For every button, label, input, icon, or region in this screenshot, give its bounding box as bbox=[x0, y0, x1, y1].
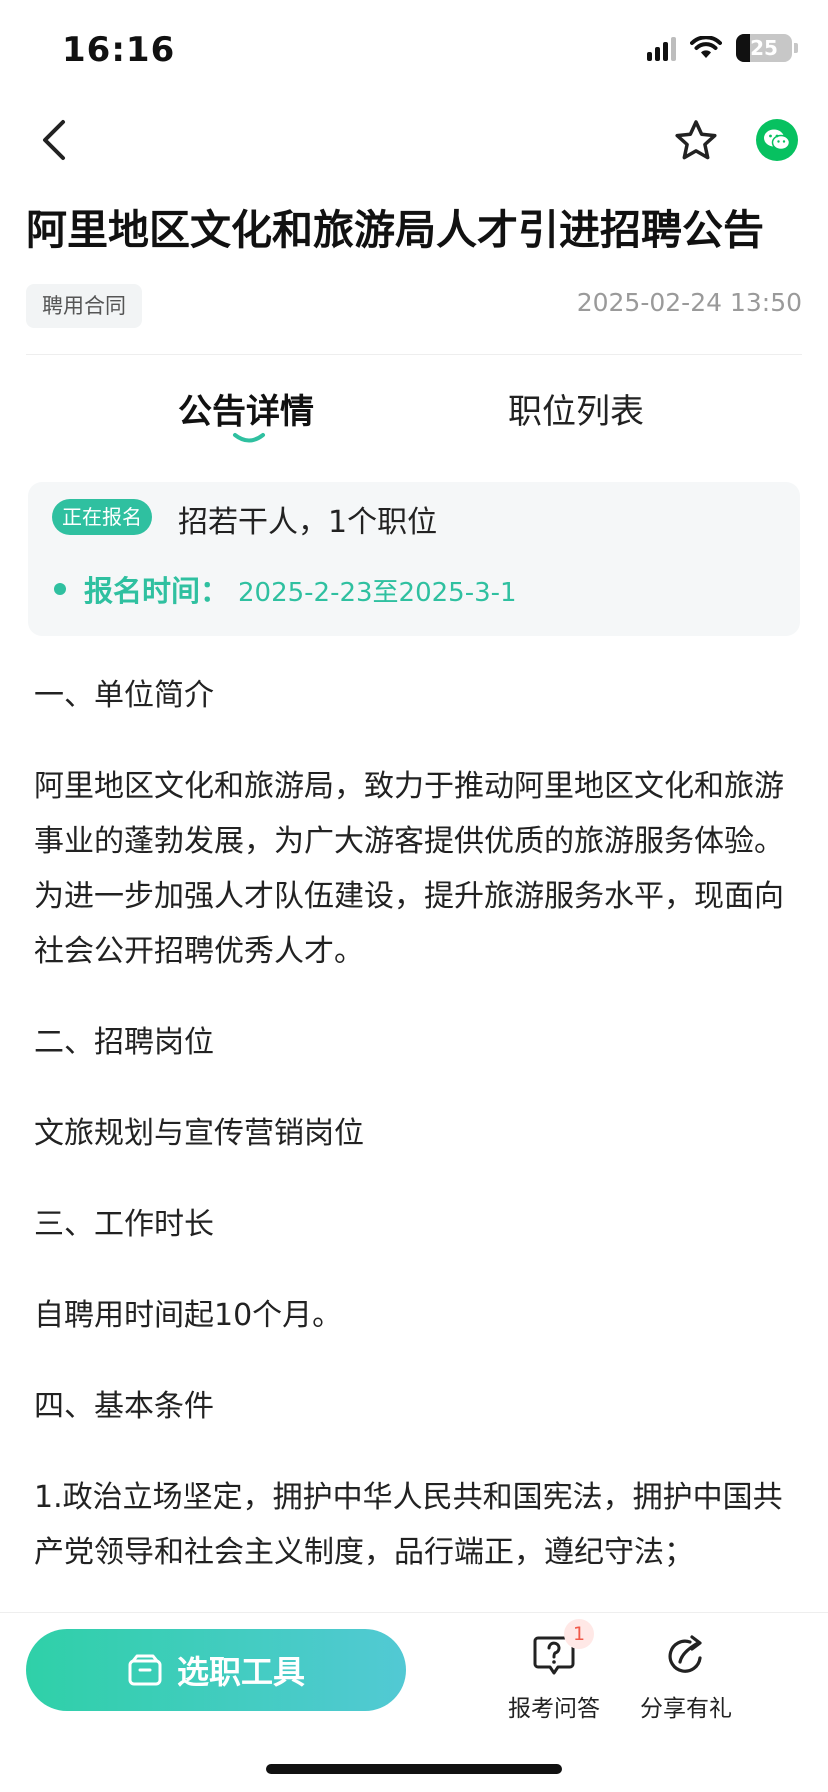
share-icon bbox=[668, 1635, 702, 1673]
wechat-icon bbox=[764, 129, 791, 151]
recruitment-info-card: 正在报名 招若干人，1个职位 报名时间： 2025-2-23至2025-3-1 bbox=[28, 482, 800, 636]
battery-icon: 25 bbox=[736, 34, 798, 62]
tab-announcement-details[interactable]: 公告详情 bbox=[178, 384, 314, 433]
registration-value: 2025-2-23至2025-3-1 bbox=[238, 578, 517, 608]
paragraph: 1.政治立场坚定，拥护中华人民共和国宪法，拥护中国共产党领导和社会主义制度，品行… bbox=[34, 1480, 783, 1570]
recruitment-summary: 招若干人，1个职位 bbox=[178, 505, 438, 540]
section-heading: 三、工作时长 bbox=[34, 1207, 214, 1242]
share-label: 分享有礼 bbox=[640, 1696, 732, 1722]
wechat-share-button[interactable] bbox=[756, 119, 798, 161]
share-reward-button[interactable]: 分享有礼 bbox=[626, 1631, 746, 1723]
publish-time: 2025-02-24 13:50 bbox=[576, 288, 802, 317]
contract-tag: 聘用合同 bbox=[26, 284, 142, 328]
paragraph: 阿里地区文化和旅游局，致力于推动阿里地区文化和旅游事业的蓬勃发展，为广大游客提供… bbox=[34, 769, 784, 969]
status-time: 16:16 bbox=[62, 30, 176, 70]
wifi-icon bbox=[690, 36, 722, 58]
battery-level: 25 bbox=[750, 36, 778, 60]
signal-icon bbox=[647, 35, 676, 61]
nav-bar bbox=[0, 100, 828, 180]
tab-active-indicator bbox=[233, 433, 265, 443]
paragraph: 自聘用时间起10个月。 bbox=[34, 1298, 343, 1333]
back-icon bbox=[43, 120, 65, 160]
qa-icon-wrap: 1 bbox=[494, 1619, 614, 1681]
bullet-dot bbox=[54, 583, 66, 595]
status-badge: 正在报名 bbox=[52, 499, 152, 535]
section-heading: 二、招聘岗位 bbox=[34, 1025, 214, 1060]
home-indicator bbox=[266, 1764, 562, 1774]
qa-label: 报考问答 bbox=[508, 1696, 600, 1722]
tab-bar: 公告详情 职位列表 bbox=[0, 370, 828, 450]
status-icons: 25 bbox=[647, 34, 798, 62]
exam-qa-button[interactable]: 1 报考问答 bbox=[494, 1619, 614, 1723]
section-heading: 一、单位简介 bbox=[34, 678, 214, 713]
tab-position-list[interactable]: 职位列表 bbox=[508, 384, 644, 433]
divider bbox=[26, 354, 802, 355]
page-title: 阿里地区文化和旅游局人才引进招聘公告 bbox=[26, 206, 764, 254]
article-body: 一、单位简介 阿里地区文化和旅游局，致力于推动阿里地区文化和旅游事业的蓬勃发展，… bbox=[34, 668, 794, 1616]
paragraph: 文旅规划与宣传营销岗位 bbox=[34, 1116, 364, 1151]
back-button[interactable] bbox=[26, 112, 82, 168]
tool-button-label: 选职工具 bbox=[176, 1653, 305, 1691]
registration-label: 报名时间： bbox=[84, 574, 230, 608]
status-bar: 16:16 25 bbox=[0, 0, 828, 98]
section-heading: 四、基本条件 bbox=[34, 1389, 214, 1424]
page: 16:16 25 阿里地区文化和旅游局人才引进招聘公告 聘用合同 2025-02… bbox=[0, 0, 828, 1792]
favorite-button[interactable] bbox=[668, 112, 724, 168]
share-icon-wrap bbox=[626, 1631, 746, 1681]
star-icon bbox=[675, 120, 717, 160]
box-icon bbox=[128, 1654, 162, 1686]
qa-count-badge: 1 bbox=[564, 1619, 594, 1649]
job-selection-tool-button[interactable]: 选职工具 bbox=[26, 1629, 406, 1711]
